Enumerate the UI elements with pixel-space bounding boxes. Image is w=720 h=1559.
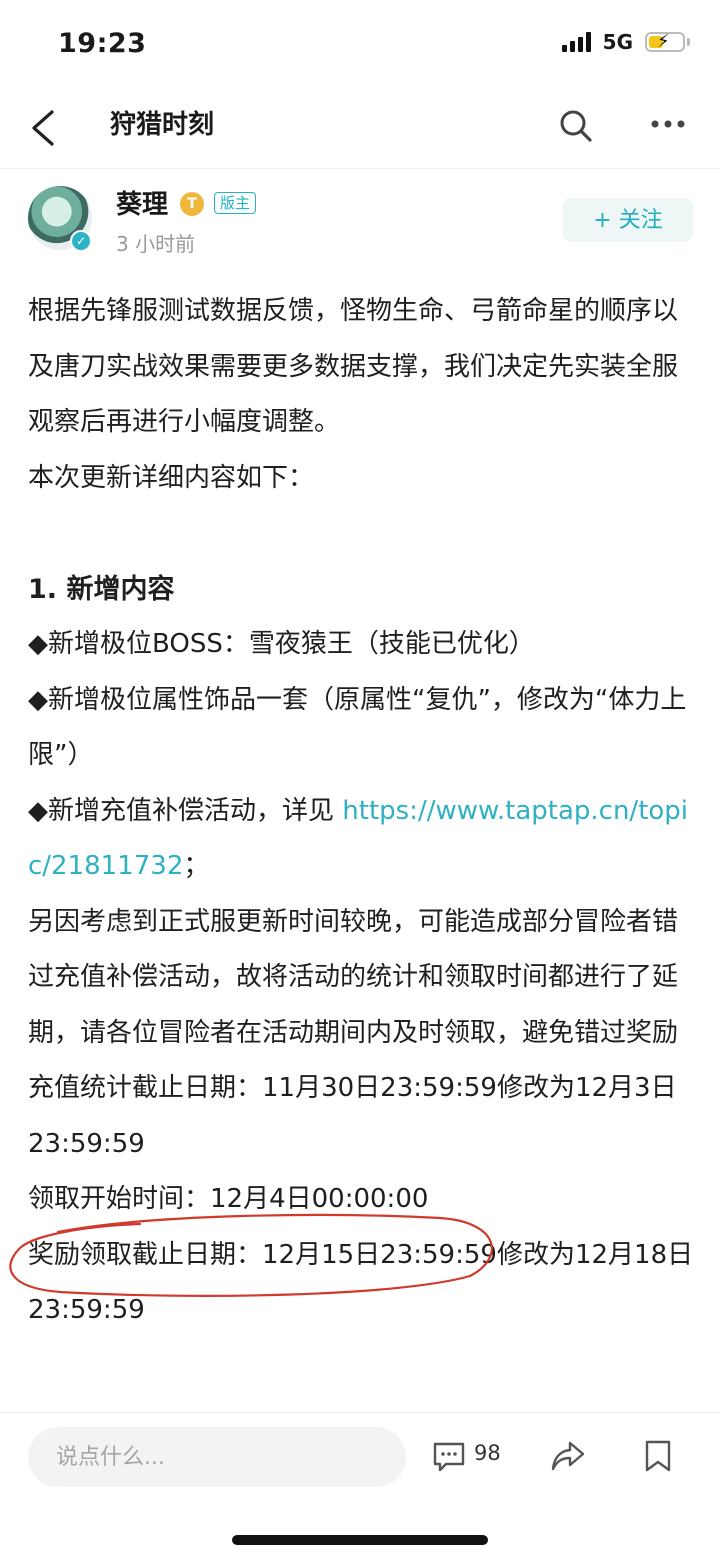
comment-icon[interactable] — [432, 1441, 466, 1473]
moderator-badge: 版主 — [214, 192, 257, 214]
battery-tip — [687, 38, 690, 46]
signal-icon — [561, 32, 591, 52]
nav-bar: 狩猎时刻 — [0, 90, 720, 169]
author-name[interactable]: 葵理 — [116, 184, 168, 221]
page-title: 狩猎时刻 — [110, 110, 215, 140]
bottom-bar: 98 — [0, 1412, 720, 1559]
list-item: ◆新增充值补偿活动，详见 https://www.taptap.cn/topic… — [28, 784, 698, 895]
date-line: 奖励领取截止日期：12月15日23:59:59修改为12月18日23:59:59 — [28, 1239, 694, 1326]
battery-charging-icon: ⚡ — [645, 31, 685, 52]
verified-icon: ✓ — [70, 230, 92, 252]
list-item: ◆新增极位BOSS：雪夜猿王（技能已优化） — [28, 629, 535, 659]
status-icons: 5G ⚡ — [561, 30, 690, 54]
note-paragraph: 另因考虑到正式服更新时间较晚，可能造成部分冒险者错过充值补偿活动，故将活动的统计… — [28, 906, 679, 1048]
list-item-text: ◆新增充值补偿活动，详见 — [28, 795, 343, 826]
post-content: 根据先锋服测试数据反馈，怪物生命、弓箭命星的顺序以及唐刀实战效果需要更多数据支撑… — [28, 284, 698, 1339]
comment-input[interactable] — [28, 1427, 406, 1487]
intro-paragraph: 根据先锋服测试数据反馈，怪物生命、弓箭命星的顺序以及唐刀实战效果需要更多数据支撑… — [28, 296, 679, 437]
follow-button[interactable]: + 关注 — [563, 198, 693, 242]
status-time: 19:23 — [58, 28, 147, 59]
date-line: 充值统计截止日期：11月30日23:59:59修改为12月3日23:59:59 — [28, 1073, 677, 1159]
comment-count: 98 — [474, 1441, 501, 1465]
bookmark-icon[interactable] — [644, 1439, 672, 1473]
home-indicator — [232, 1535, 488, 1545]
search-icon[interactable] — [558, 108, 594, 144]
post-time: 3 小时前 — [116, 232, 196, 256]
intro-lead: 本次更新详细内容如下： — [28, 462, 315, 493]
share-icon[interactable] — [550, 1439, 586, 1473]
list-item-suffix: ； — [183, 851, 210, 881]
level-badge: T — [180, 192, 204, 216]
status-bar: 19:23 5G ⚡ — [0, 0, 720, 90]
back-icon[interactable] — [26, 106, 66, 150]
more-icon[interactable] — [650, 112, 686, 136]
section-heading: 1. 新增内容 — [28, 573, 175, 605]
network-label: 5G — [602, 30, 633, 54]
date-line-circled: 领取开始时间：12月4日00:00:00 — [28, 1184, 429, 1214]
list-item: ◆新增极位属性饰品一套（原属性“复仇”，修改为“体力上限”） — [28, 684, 687, 771]
author-row: ✓ 葵理 T 版主 3 小时前 + 关注 — [0, 180, 720, 270]
